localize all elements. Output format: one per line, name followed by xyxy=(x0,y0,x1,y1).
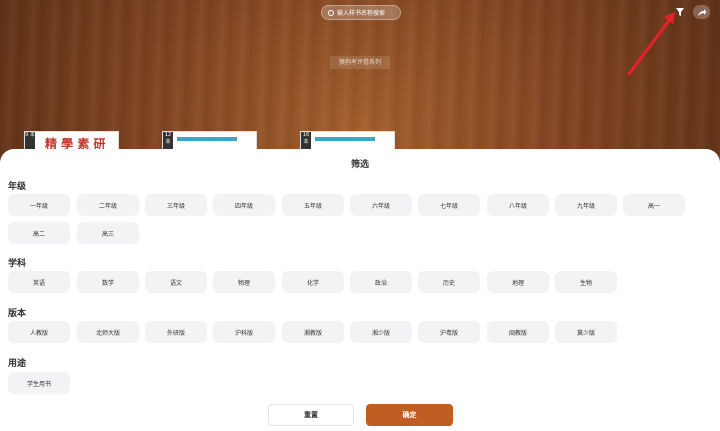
chip-grade[interactable]: 一年级 xyxy=(8,194,70,216)
chip-subject[interactable]: 语文 xyxy=(145,271,207,293)
chip-grade[interactable]: 三年级 xyxy=(145,194,207,216)
book-card[interactable]: 9 本 精 學 素 研 xyxy=(24,131,119,152)
chip-subject[interactable]: 英语 xyxy=(8,271,70,293)
chip-subject[interactable]: 化学 xyxy=(282,271,344,293)
chip-grade[interactable]: 五年级 xyxy=(282,194,344,216)
chip-subject[interactable]: 地理 xyxy=(487,271,549,293)
chip-edition[interactable]: 湘少版 xyxy=(350,321,412,343)
annotation-arrow-icon xyxy=(627,12,675,76)
chip-grade[interactable]: 四年级 xyxy=(213,194,275,216)
chip-grade[interactable]: 二年级 xyxy=(77,194,139,216)
filter-sheet-title: 筛选 xyxy=(350,160,369,170)
chip-edition[interactable]: 沪粤版 xyxy=(418,321,480,343)
chip-edition[interactable]: 沪科版 xyxy=(213,321,275,343)
share-button[interactable] xyxy=(693,5,710,19)
share-icon xyxy=(697,8,706,16)
book-cover-strip xyxy=(177,137,237,141)
chip-subject[interactable]: 物理 xyxy=(213,271,275,293)
chip-usage[interactable]: 学生用书 xyxy=(8,372,70,394)
chip-grade[interactable]: 高三 xyxy=(77,222,139,244)
reset-button[interactable]: 重置 xyxy=(268,404,354,426)
chip-grade[interactable]: 高一 xyxy=(623,194,685,216)
chip-grade[interactable]: 七年级 xyxy=(418,194,480,216)
chip-subject[interactable]: 历史 xyxy=(418,271,480,293)
chip-grade[interactable]: 高二 xyxy=(8,222,70,244)
chip-edition[interactable]: 闽教版 xyxy=(487,321,549,343)
chip-subject[interactable]: 数学 xyxy=(77,271,139,293)
book-card[interactable]: 16 本 xyxy=(300,131,395,152)
chip-edition[interactable]: 外研版 xyxy=(145,321,207,343)
chip-edition[interactable]: 北师大版 xyxy=(77,321,139,343)
section-label-grade: 年级 xyxy=(8,182,27,192)
chip-edition[interactable]: 冀少版 xyxy=(555,321,617,343)
section-label-subject: 学科 xyxy=(8,259,27,269)
chip-subject[interactable]: 生物 xyxy=(555,271,617,293)
book-cover-strip xyxy=(315,137,375,141)
chip-edition[interactable]: 湘教版 xyxy=(282,321,344,343)
confirm-button[interactable]: 确定 xyxy=(366,404,453,426)
shelf-title: 猿狗考评卷系列 xyxy=(330,56,390,69)
chip-subject[interactable]: 政治 xyxy=(350,271,412,293)
section-label-usage: 用途 xyxy=(8,359,27,369)
book-card[interactable]: 12 本 xyxy=(162,131,257,152)
chip-grade[interactable]: 九年级 xyxy=(555,194,617,216)
chip-grade[interactable]: 六年级 xyxy=(350,194,412,216)
section-label-edition: 版本 xyxy=(8,309,27,319)
chip-grade[interactable]: 八年级 xyxy=(487,194,549,216)
search-icon xyxy=(328,9,334,16)
search-bar[interactable]: 输入样书名称搜索 xyxy=(321,5,401,20)
search-placeholder: 输入样书名称搜索 xyxy=(337,10,386,17)
chip-edition[interactable]: 人教版 xyxy=(8,321,70,343)
